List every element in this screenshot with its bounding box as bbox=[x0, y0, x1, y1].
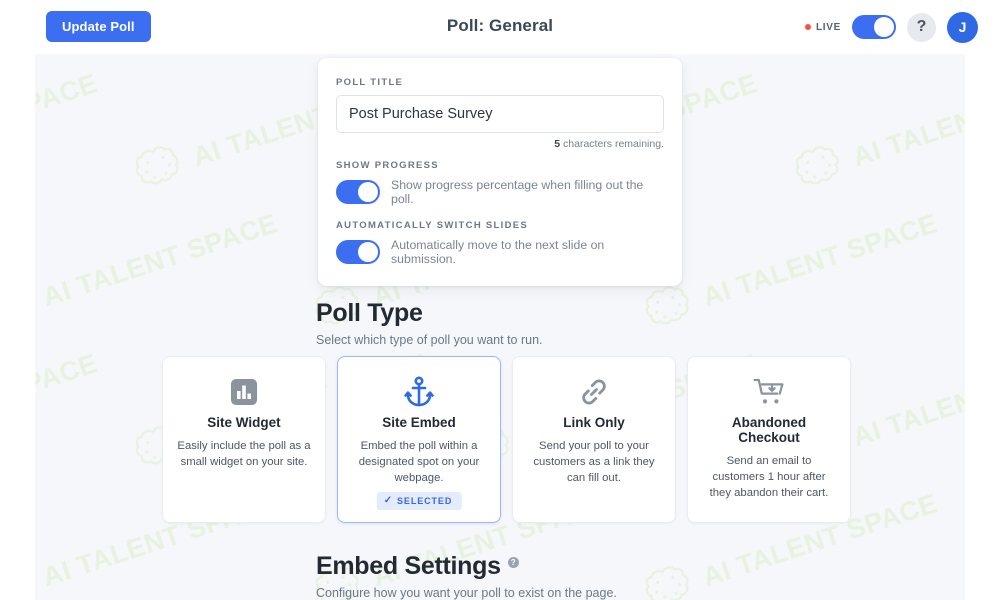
poll-type-heading: Poll Type bbox=[316, 299, 423, 327]
poll-type-card-title: Site Widget bbox=[207, 415, 281, 430]
content-inner: POLL TITLE 5 characters remaining. SHOW … bbox=[35, 54, 965, 600]
embed-settings-header: Embed Settings ? Configure how you want … bbox=[316, 552, 746, 600]
live-status: LIVE bbox=[804, 21, 841, 33]
poll-type-card-description: Send your poll to your customers as a li… bbox=[533, 440, 655, 485]
live-toggle[interactable] bbox=[852, 15, 896, 39]
avatar[interactable]: J bbox=[947, 11, 978, 43]
poll-type-card-description: Embed the poll within a designated spot … bbox=[358, 440, 480, 485]
characters-remaining-count: 5 bbox=[554, 138, 561, 150]
auto-switch-label: AUTOMATICALLY SWITCH SLIDES bbox=[336, 220, 529, 231]
help-icon[interactable]: ? bbox=[907, 12, 936, 42]
show-progress-description: Show progress percentage when filling ou… bbox=[391, 178, 644, 206]
characters-remaining: 5 characters remaining. bbox=[336, 138, 664, 150]
auto-switch-row: Automatically move to the next slide on … bbox=[336, 238, 664, 266]
show-progress-toggle-knob bbox=[358, 182, 378, 202]
live-toggle-knob bbox=[874, 17, 894, 37]
poll-type-card-title: Link Only bbox=[563, 415, 625, 430]
selected-badge-label: SELECTED bbox=[397, 496, 453, 506]
poll-type-card[interactable]: Site Widget Easily include the poll as a… bbox=[162, 356, 326, 523]
poll-type-card[interactable]: Link Only Send your poll to your custome… bbox=[512, 356, 676, 523]
poll-title-label: POLL TITLE bbox=[336, 77, 404, 88]
live-dot-icon bbox=[804, 24, 811, 30]
top-bar: Update Poll Poll: General LIVE ? J bbox=[0, 0, 1000, 54]
link-icon bbox=[579, 375, 609, 409]
show-progress-row: Show progress percentage when filling ou… bbox=[336, 178, 664, 206]
auto-switch-toggle[interactable] bbox=[336, 240, 380, 264]
show-progress-label: SHOW PROGRESS bbox=[336, 160, 439, 171]
poll-title-input[interactable] bbox=[336, 95, 664, 133]
poll-settings-card: POLL TITLE 5 characters remaining. SHOW … bbox=[318, 58, 682, 286]
embed-settings-title-row: Embed Settings ? bbox=[316, 552, 746, 581]
poll-type-card[interactable]: Site Embed Embed the poll within a desig… bbox=[337, 356, 501, 523]
show-progress-section: SHOW PROGRESS Show progress percentage w… bbox=[336, 160, 664, 206]
auto-switch-description: Automatically move to the next slide on … bbox=[391, 238, 605, 266]
embed-settings-subheading: Configure how you want your poll to exis… bbox=[316, 586, 617, 600]
auto-switch-toggle-knob bbox=[358, 242, 378, 262]
embed-settings-heading: Embed Settings bbox=[316, 552, 501, 580]
poll-type-card[interactable]: Abandoned Checkout Send an email to cust… bbox=[687, 356, 851, 523]
live-label: LIVE bbox=[815, 21, 841, 33]
selected-badge: ✓ SELECTED bbox=[376, 492, 462, 510]
app-root: Update Poll Poll: General LIVE ? J AI TA… bbox=[0, 0, 1000, 600]
poll-type-card-description: Easily include the poll as a small widge… bbox=[177, 440, 311, 469]
anchor-icon bbox=[404, 375, 434, 409]
auto-switch-section: AUTOMATICALLY SWITCH SLIDES Automaticall… bbox=[336, 220, 664, 266]
characters-remaining-text: characters remaining. bbox=[563, 138, 664, 150]
top-bar-controls: LIVE ? J bbox=[804, 8, 978, 46]
poll-type-card-description: Send an email to customers 1 hour after … bbox=[709, 455, 829, 500]
show-progress-toggle[interactable] bbox=[336, 180, 380, 204]
cart-download-icon bbox=[753, 375, 785, 409]
poll-type-card-list: Site Widget Easily include the poll as a… bbox=[162, 356, 851, 523]
poll-type-card-title: Abandoned Checkout bbox=[731, 415, 807, 445]
poll-type-subheading: Select which type of poll you want to ru… bbox=[316, 333, 543, 347]
poll-type-header: Poll Type Select which type of poll you … bbox=[316, 299, 736, 347]
bar-chart-icon bbox=[231, 375, 257, 409]
check-icon: ✓ bbox=[383, 495, 394, 506]
info-icon[interactable]: ? bbox=[507, 557, 519, 568]
poll-type-card-title: Site Embed bbox=[382, 415, 456, 430]
content-surface: AI TALENT SPACE AI TALENT SPACE AI TALEN… bbox=[35, 54, 965, 600]
